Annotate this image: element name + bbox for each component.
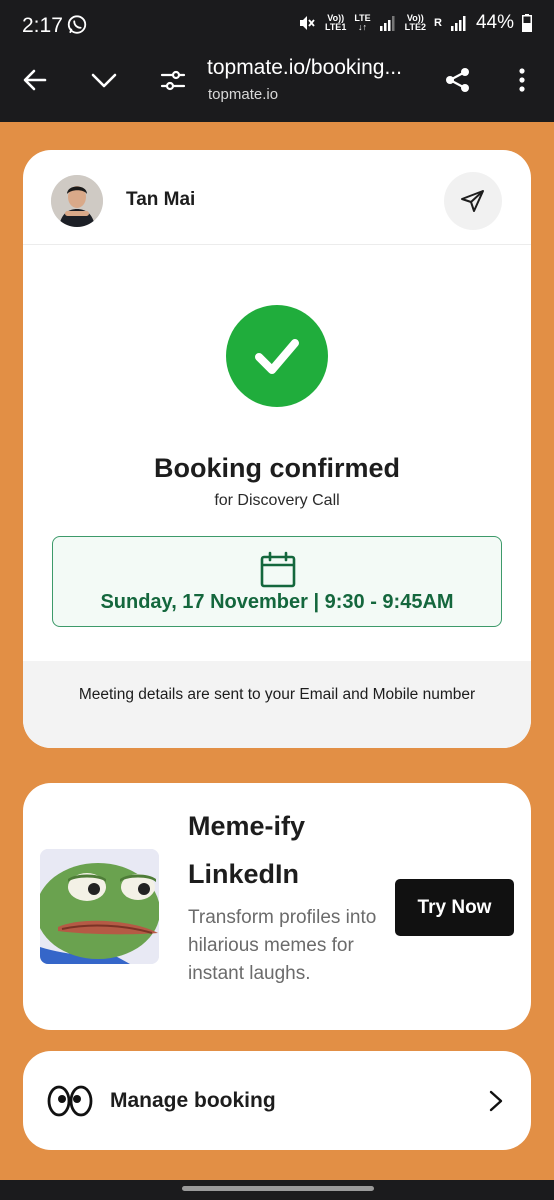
manage-booking-row[interactable]: Manage booking: [23, 1051, 531, 1150]
card-footer: Meeting details are sent to your Email a…: [23, 661, 531, 748]
manage-booking-label: Manage booking: [110, 1089, 276, 1112]
lte2-indicator: Vo)) LTE2: [404, 13, 427, 32]
success-check-icon: [226, 305, 328, 407]
avatar[interactable]: [51, 175, 103, 227]
chevron-right-icon: [489, 1090, 503, 1112]
status-icons: Vo)) LTE1 LTE ↓↑ Vo)) LTE2 R 44%: [297, 12, 532, 34]
confirmation-title: Booking confirmed: [153, 453, 400, 483]
booking-datetime-box: Sunday, 17 November | 9:30 - 9:45AM: [52, 536, 502, 627]
url-text[interactable]: topmate.io/booking...: [207, 56, 402, 80]
meme-image: [40, 849, 159, 964]
booking-datetime: Sunday, 17 November | 9:30 - 9:45AM: [100, 591, 454, 613]
tune-icon[interactable]: [159, 66, 187, 94]
mute-icon: [299, 16, 315, 30]
promo-card: Meme-ify LinkedIn Transform profiles int…: [23, 783, 531, 1030]
host-name[interactable]: Tan Mai: [126, 189, 195, 211]
eyes-icon: [47, 1085, 93, 1117]
status-time: 2:17: [22, 14, 63, 37]
share-icon[interactable]: [444, 66, 472, 94]
lte-indicator: LTE ↓↑: [354, 13, 371, 32]
promo-title: LinkedIn: [188, 859, 300, 889]
details-sent-note: Meeting details are sent to your Email a…: [78, 686, 476, 703]
signal-icon: [450, 16, 466, 31]
signal-icon: [379, 16, 395, 31]
promo-description: Transform profiles into hilarious memes …: [188, 907, 377, 984]
lte1-indicator: Vo)) LTE1: [324, 13, 347, 32]
calendar-icon: [260, 551, 296, 588]
status-bar: 2:17 Vo)) LTE1 LTE ↓↑ Vo)) LTE2 R 44%: [0, 0, 554, 52]
battery-percent: 44%: [475, 12, 514, 33]
send-icon: [461, 190, 484, 212]
roaming-indicator: R: [434, 16, 442, 29]
whatsapp-icon: [67, 15, 87, 34]
browser-toolbar: topmate.io/booking... topmate.io: [0, 52, 554, 122]
card-header: Tan Mai: [23, 150, 531, 245]
more-vert-icon[interactable]: [508, 66, 536, 94]
promo-title: Meme-ify: [188, 811, 306, 841]
try-now-button[interactable]: Try Now: [395, 879, 514, 936]
share-button[interactable]: [444, 172, 502, 230]
home-gesture-handle[interactable]: [182, 1186, 374, 1191]
chevron-down-icon[interactable]: [90, 66, 118, 94]
url-domain: topmate.io: [208, 86, 279, 103]
back-arrow-icon[interactable]: [21, 66, 49, 94]
confirmation-subtitle: for Discovery Call: [214, 492, 340, 509]
booking-card: Tan Mai Booking confirmed for Discovery …: [23, 150, 531, 748]
system-nav-bar: [0, 1180, 554, 1200]
battery-icon: [522, 14, 532, 32]
avatar-image: [51, 175, 103, 227]
